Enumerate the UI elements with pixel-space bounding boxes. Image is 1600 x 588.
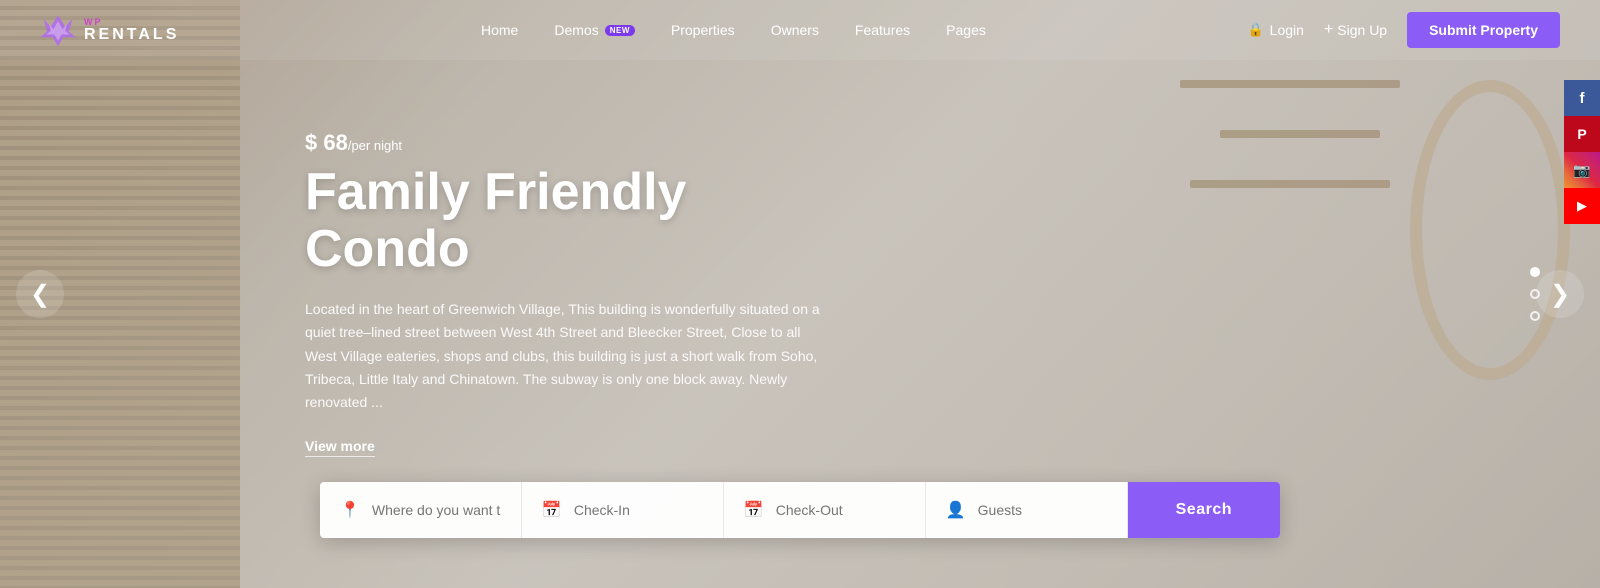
instagram-icon: 📷 [1573,162,1590,179]
logo[interactable]: WP RENTALS [40,12,179,48]
guests-field[interactable]: 👤 [926,482,1128,538]
nav-owners-label: Owners [771,22,819,38]
pinterest-button[interactable]: P [1564,116,1600,152]
youtube-icon: ▶ [1577,198,1587,214]
hero-section: WP RENTALS Home Demos new Properties Own… [0,0,1600,588]
slider-next-button[interactable]: ❯ [1536,270,1584,318]
hero-description: Located in the heart of Greenwich Villag… [305,298,835,413]
social-bar: f P 📷 ▶ [1564,80,1600,224]
checkin-input[interactable] [574,502,703,518]
instagram-button[interactable]: 📷 [1564,152,1600,188]
logo-text: WP RENTALS [84,18,179,43]
nav-actions: 🔒 Login + Sign Up Submit Property [1247,12,1560,48]
location-icon: 📍 [340,500,360,520]
nav-demos[interactable]: Demos new [554,22,635,38]
nav-pages-label: Pages [946,22,986,38]
slider-prev-button[interactable]: ❮ [16,270,64,318]
location-field[interactable]: 📍 [320,482,522,538]
nav-menu: Home Demos new Properties Owners Feature… [219,22,1247,38]
view-more-button[interactable]: View more [305,438,375,457]
slider-dots [1530,267,1540,321]
guests-icon: 👤 [946,500,966,520]
nav-properties[interactable]: Properties [671,22,735,38]
chevron-left-icon: ❮ [30,280,50,309]
nav-pages[interactable]: Pages [946,22,986,38]
checkout-calendar-icon: 📅 [744,500,764,520]
login-label: Login [1270,22,1304,38]
slider-dot-2[interactable] [1530,289,1540,299]
nav-properties-label: Properties [671,22,735,38]
nav-demos-label: Demos [554,22,598,38]
price-per: /per night [348,138,402,153]
nav-features-label: Features [855,22,910,38]
pinterest-icon: P [1577,126,1586,142]
nav-home[interactable]: Home [481,22,518,38]
search-bar: 📍 📅 📅 👤 Search [320,482,1280,538]
price-value: 68 [323,130,347,155]
logo-bottom-text: RENTALS [84,27,179,43]
checkout-field[interactable]: 📅 [724,482,926,538]
signup-button[interactable]: + Sign Up [1324,21,1387,39]
lock-icon: 🔒 [1247,22,1263,38]
nav-demos-badge: new [605,25,635,36]
checkin-field[interactable]: 📅 [522,482,724,538]
signup-label: Sign Up [1337,22,1387,38]
logo-icon [40,12,76,48]
slider-dot-1[interactable] [1530,267,1540,277]
login-button[interactable]: 🔒 Login [1247,22,1303,38]
navbar: WP RENTALS Home Demos new Properties Own… [0,0,1600,60]
guests-input[interactable] [978,502,1107,518]
location-input[interactable] [372,502,501,518]
facebook-button[interactable]: f [1564,80,1600,116]
submit-property-button[interactable]: Submit Property [1407,12,1560,48]
nav-owners[interactable]: Owners [771,22,819,38]
checkout-input[interactable] [776,502,905,518]
checkin-calendar-icon: 📅 [542,500,562,520]
hero-content: $ 68/per night Family Friendly Condo Loc… [305,130,865,457]
price-amount: $ 68 [305,130,348,155]
nav-home-label: Home [481,22,518,38]
search-button[interactable]: Search [1128,482,1280,538]
nav-features[interactable]: Features [855,22,910,38]
price-prefix: $ [305,130,323,155]
chevron-right-icon: ❯ [1550,280,1570,309]
facebook-icon: f [1580,90,1585,107]
plus-icon: + [1324,21,1333,39]
slider-dot-3[interactable] [1530,311,1540,321]
price-display: $ 68/per night [305,130,865,156]
hero-title: Family Friendly Condo [305,164,865,278]
youtube-button[interactable]: ▶ [1564,188,1600,224]
